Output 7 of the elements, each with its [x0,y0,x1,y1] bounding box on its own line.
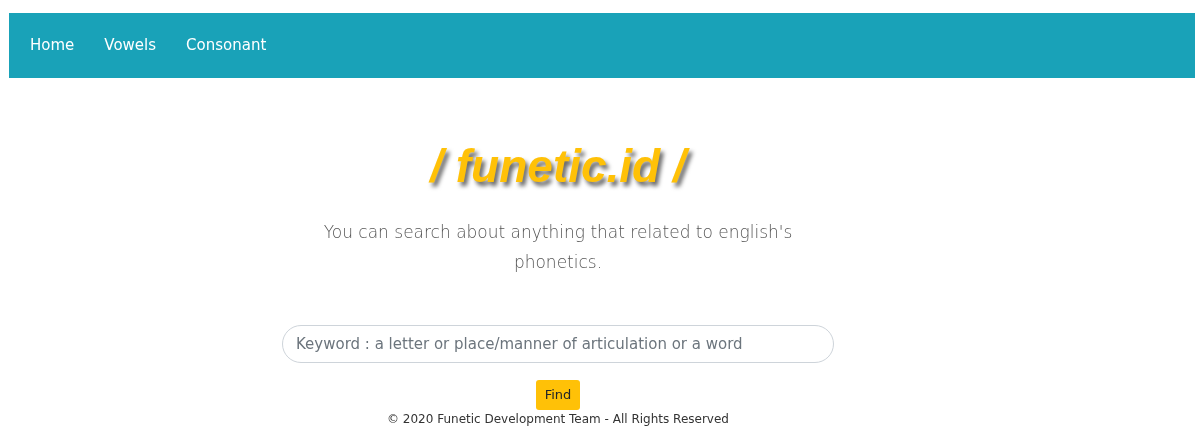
copyright-text: © 2020 Funetic Development Team - All Rights Reserved [387,412,729,426]
nav-link[interactable]: Home [30,34,75,57]
tagline: You can search about anything that related to english's phonetics. [322,221,794,274]
search-field[interactable]: Keyword : a letter or place/manner of articulation or a word [282,325,834,363]
nav-link[interactable]: Vowels [104,34,157,57]
find-button[interactable]: Find [535,380,581,410]
nav-link[interactable]: Consonant [186,34,267,57]
